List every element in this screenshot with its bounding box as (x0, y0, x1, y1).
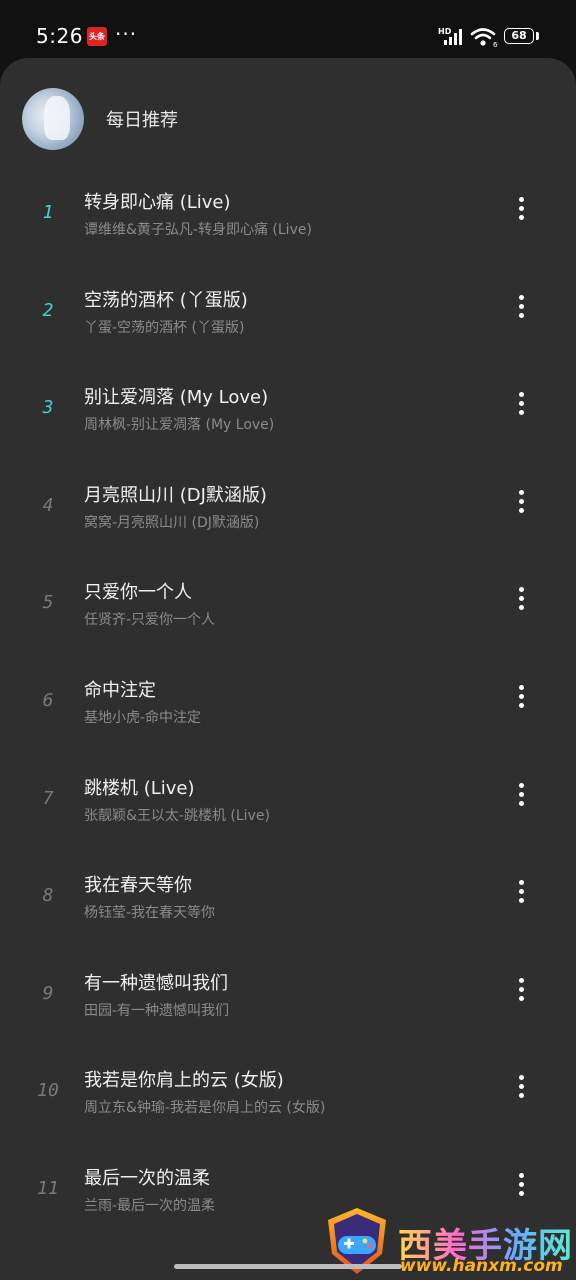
wifi-sub-label: 6 (493, 41, 498, 48)
song-subtitle: 窝窝-月亮照山川 (DJ默涵版) (84, 514, 260, 531)
song-subtitle: 周立东&钟瑜-我若是你肩上的云 (女版) (84, 1100, 326, 1117)
song-subtitle: 兰雨-最后一次的温柔 (84, 1198, 216, 1214)
song-rank: 7 (42, 787, 54, 809)
song-row[interactable]: 1 转身即心痛 (Live) 谭维维&黄子弘凡-转身即心痛 (Live) (0, 172, 576, 269)
song-rank: 8 (42, 885, 54, 907)
more-options-icon[interactable] (508, 780, 536, 810)
song-rank: 9 (42, 982, 54, 1004)
song-subtitle: 田园-有一种遗憾叫我们 (84, 1002, 230, 1019)
avatar[interactable] (22, 88, 84, 150)
song-subtitle: 谭维维&黄子弘凡-转身即心痛 (Live) (84, 222, 312, 238)
song-row[interactable]: 4 月亮照山川 (DJ默涵版) 窝窝-月亮照山川 (DJ默涵版) (0, 465, 576, 562)
song-title: 转身即心痛 (Live) (84, 192, 231, 213)
song-title: 我若是你肩上的云 (女版) (84, 1070, 284, 1092)
song-title: 我在春天等你 (84, 875, 192, 897)
song-subtitle: 杨钰莹-我在春天等你 (84, 905, 216, 922)
more-options-icon[interactable] (508, 877, 536, 907)
song-title: 有一种遗憾叫我们 (84, 972, 228, 994)
song-title: 命中注定 (84, 680, 156, 701)
status-bar: 5:26 头条 ··· HD 6 68 (0, 0, 576, 58)
song-subtitle: 任贤齐-只爱你一个人 (84, 612, 216, 629)
more-options-icon[interactable] (508, 292, 536, 322)
song-row[interactable]: 6 命中注定基地小虎-命中注定 (0, 660, 576, 757)
song-rank: 2 (42, 299, 54, 321)
song-rank: 4 (42, 494, 54, 516)
hd-label: HD (438, 27, 452, 36)
song-rank: 6 (42, 690, 54, 711)
daily-recommend-panel: 每日推荐 1 转身即心痛 (Live) 谭维维&黄子弘凡-转身即心痛 (Live) 2… (0, 58, 576, 1280)
battery-indicator: 68 (504, 28, 534, 44)
home-indicator[interactable] (174, 1264, 402, 1269)
song-rank: 1 (42, 202, 54, 223)
more-options-icon[interactable] (508, 1072, 536, 1102)
song-rank: 11 (37, 1178, 59, 1199)
song-subtitle: 周林枫-别让爱凋落 (My Love) (84, 417, 275, 434)
song-rank: 3 (42, 397, 54, 419)
more-options-icon[interactable] (508, 975, 536, 1005)
more-options-icon[interactable] (508, 389, 536, 419)
song-title: 别让爱凋落 (My Love) (84, 387, 269, 409)
battery-tip (536, 32, 539, 40)
wifi-icon: 6 (470, 28, 498, 48)
song-title: 月亮照山川 (DJ默涵版) (84, 484, 267, 506)
song-row[interactable]: 2 空荡的酒杯 (丫蛋版) 丫蛋-空荡的酒杯 (丫蛋版) (0, 270, 576, 367)
song-title: 只爱你一个人 (84, 582, 192, 604)
song-row[interactable]: 7 跳楼机 (Live) 张靓颖&王以太-跳楼机 (Live) (0, 758, 576, 855)
more-options-icon[interactable] (508, 584, 536, 614)
more-options-icon[interactable] (508, 487, 536, 517)
song-row[interactable]: 3 别让爱凋落 (My Love) 周林枫-别让爱凋落 (My Love) (0, 367, 576, 464)
song-title: 空荡的酒杯 (丫蛋版) (84, 289, 248, 311)
more-options-icon[interactable] (508, 194, 536, 224)
panel-header: 每日推荐 (0, 58, 576, 178)
more-options-icon[interactable] (508, 1170, 536, 1200)
more-notifications-icon: ··· (115, 22, 138, 46)
news-app-icon: 头条 (87, 27, 107, 46)
song-row[interactable]: 8 我在春天等你杨钰莹-我在春天等你 (0, 855, 576, 952)
song-rank: 5 (42, 592, 54, 614)
status-time: 5:26 (36, 24, 83, 48)
song-row[interactable]: 5 只爱你一个人任贤齐-只爱你一个人 (0, 562, 576, 659)
song-row[interactable]: 9 有一种遗憾叫我们田园-有一种遗憾叫我们 (0, 953, 576, 1050)
song-subtitle: 丫蛋-空荡的酒杯 (丫蛋版) (84, 319, 245, 336)
song-title: 最后一次的温柔 (84, 1168, 210, 1189)
song-subtitle: 张靓颖&王以太-跳楼机 (Live) (84, 807, 270, 824)
song-row[interactable]: 10 我若是你肩上的云 (女版) 周立东&钟瑜-我若是你肩上的云 (女版) (0, 1050, 576, 1147)
song-subtitle: 基地小虎-命中注定 (84, 710, 202, 726)
signal-icon: HD (438, 27, 462, 45)
song-title: 跳楼机 (Live) (84, 777, 195, 799)
song-rank: 10 (37, 1080, 59, 1102)
more-options-icon[interactable] (508, 682, 536, 712)
page-title: 每日推荐 (106, 110, 178, 131)
watermark-url: www.hanxm.com (400, 1256, 563, 1276)
